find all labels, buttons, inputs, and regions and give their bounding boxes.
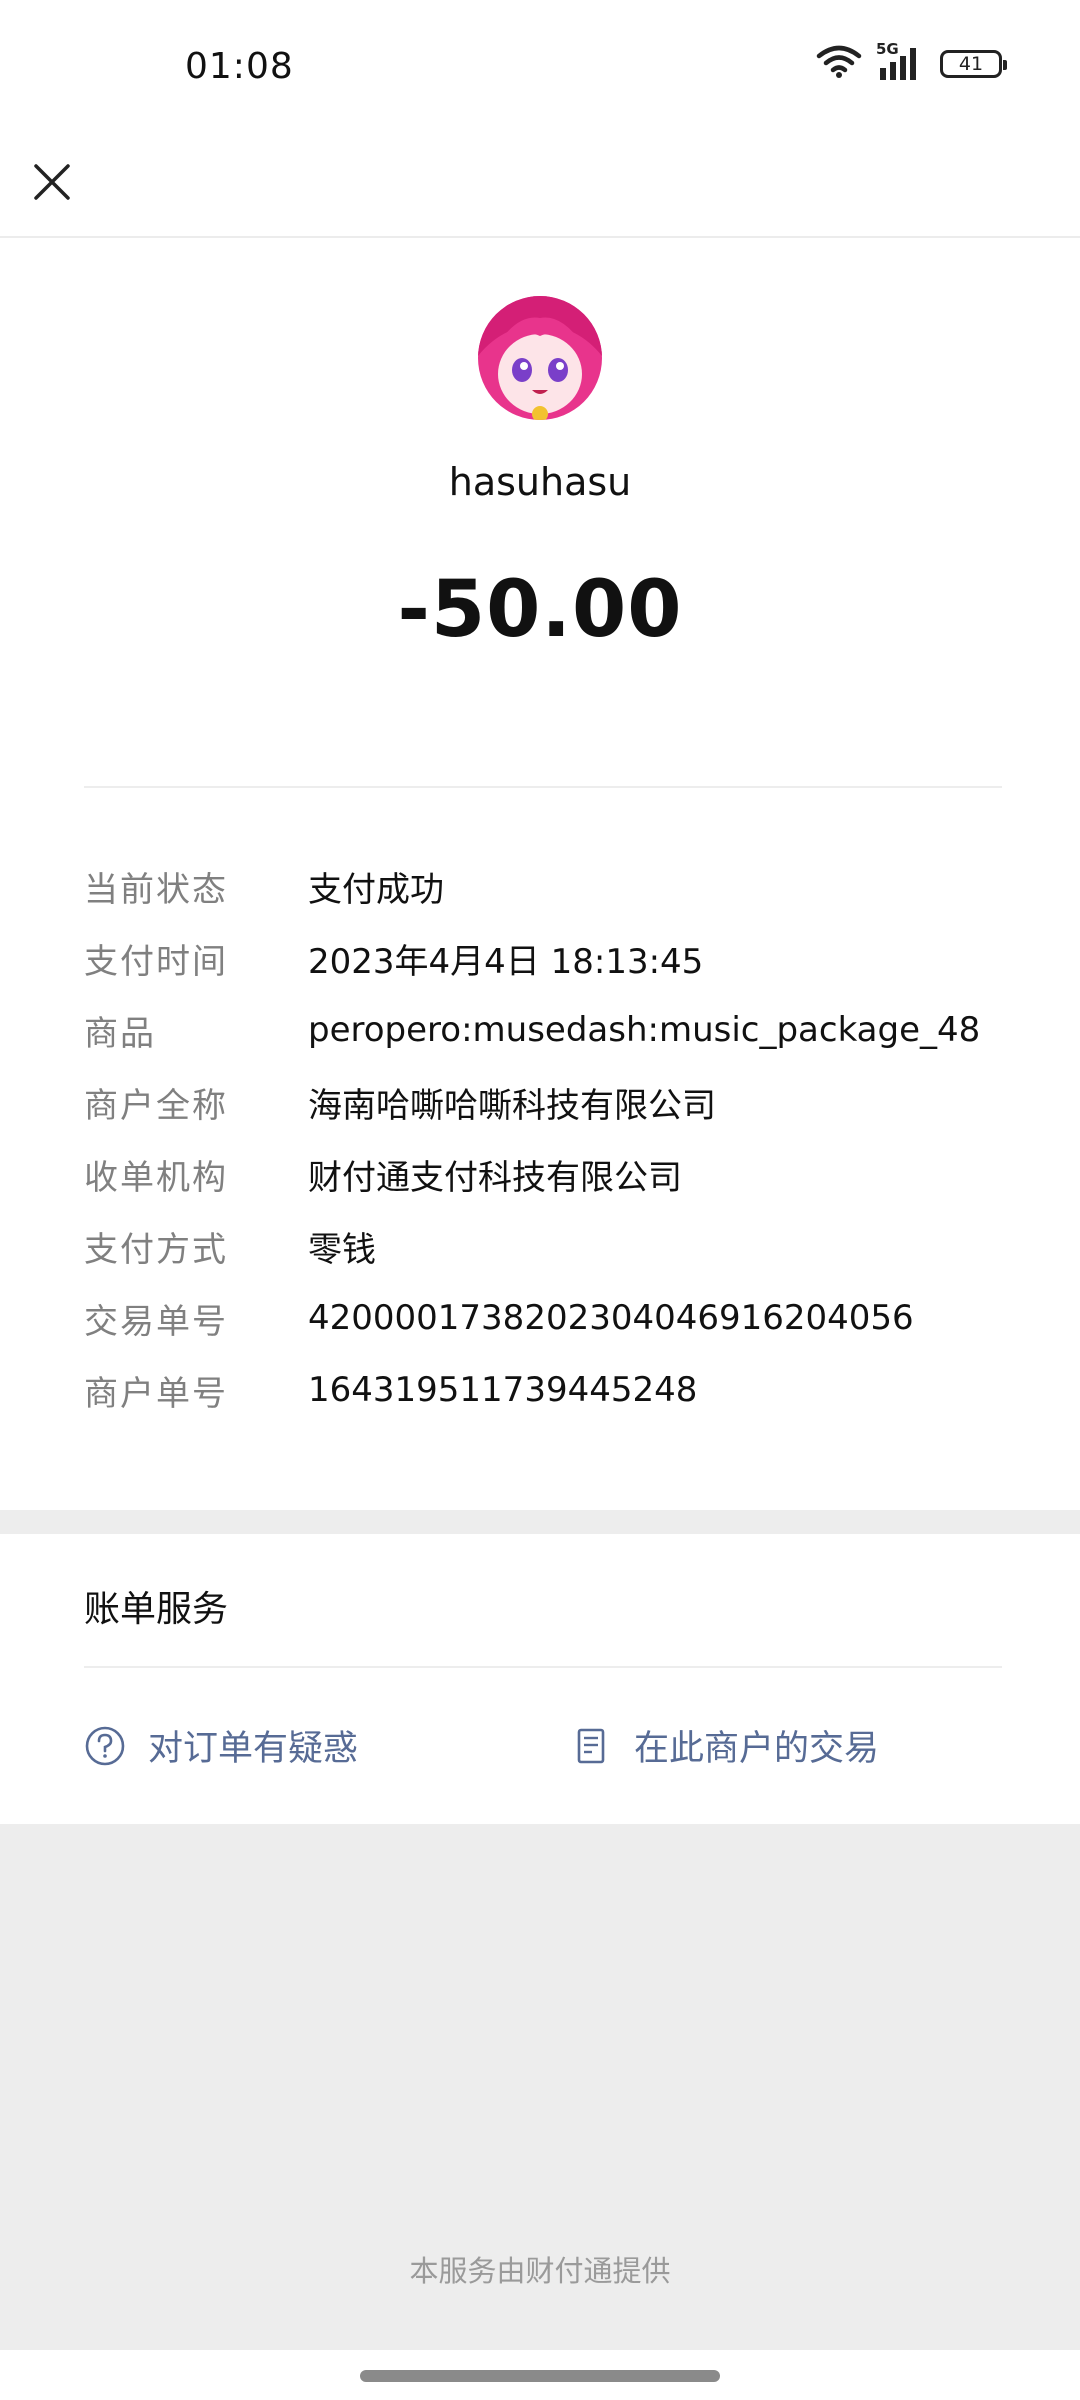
payment-amount: -50.00: [397, 565, 683, 655]
detail-row-status: 当前状态 支付成功: [84, 850, 1024, 922]
detail-row-merchant: 商户全称 海南哈嘶哈嘶科技有限公司: [84, 1066, 1024, 1138]
detail-value: 财付通支付科技有限公司: [308, 1157, 682, 1198]
merchant-transactions-label: 在此商户的交易: [634, 1729, 880, 1769]
avatar: [478, 296, 602, 420]
detail-row-transaction-id: 交易单号 4200001738202304046916204056: [84, 1282, 1024, 1354]
close-button[interactable]: [24, 150, 84, 210]
divider: [84, 786, 1002, 788]
section-separator: [0, 1510, 1080, 1534]
status-bar: 01:08 5G 41: [0, 0, 1080, 140]
detail-value: 零钱: [308, 1229, 376, 1270]
battery-level: 41: [958, 53, 984, 75]
detail-row-product: 商品 peropero:musedash:music_package_48: [84, 994, 1024, 1066]
battery-icon: 41: [940, 50, 1007, 78]
detail-label: 商户全称: [84, 1085, 228, 1126]
payee-name: hasuhasu: [448, 460, 632, 504]
detail-label: 商户单号: [84, 1373, 228, 1414]
provider-note: 本服务由财付通提供: [409, 2254, 671, 2288]
detail-value: 164319511739445248: [308, 1370, 698, 1410]
bill-services: 账单服务 对订单有疑惑 在此商户的交易: [0, 1534, 1080, 1824]
nav-bar: [0, 140, 1080, 238]
detail-label: 支付时间: [84, 941, 228, 982]
detail-value: 4200001738202304046916204056: [308, 1298, 914, 1338]
detail-row-method: 支付方式 零钱: [84, 1210, 1024, 1282]
divider: [84, 1666, 1002, 1668]
transaction-details: 当前状态 支付成功 支付时间 2023年4月4日 18:13:45 商品 per…: [84, 850, 1024, 1426]
merchant-transactions-link[interactable]: 在此商户的交易: [570, 1720, 879, 1771]
order-question-label: 对订单有疑惑: [148, 1729, 359, 1769]
document-icon: [570, 1725, 612, 1767]
wifi-icon: [816, 44, 862, 84]
close-icon: [34, 164, 70, 200]
signal-icon: 5G: [876, 40, 926, 84]
services-title: 账单服务: [84, 1589, 229, 1630]
detail-row-merchant-order-id: 商户单号 164319511739445248: [84, 1354, 1024, 1426]
detail-row-time: 支付时间 2023年4月4日 18:13:45: [84, 922, 1024, 994]
detail-value: peropero:musedash:music_package_48: [308, 1010, 981, 1050]
detail-label: 支付方式: [84, 1229, 228, 1270]
detail-label: 交易单号: [84, 1301, 228, 1342]
status-icons: 5G 41: [816, 40, 1007, 84]
detail-value: 支付成功: [308, 869, 444, 910]
detail-row-acquirer: 收单机构 财付通支付科技有限公司: [84, 1138, 1024, 1210]
status-time: 01:08: [185, 46, 294, 87]
detail-label: 收单机构: [84, 1157, 228, 1198]
detail-label: 当前状态: [84, 869, 228, 910]
home-indicator[interactable]: [360, 2370, 720, 2382]
detail-value: 2023年4月4日 18:13:45: [308, 941, 704, 982]
order-question-link[interactable]: 对订单有疑惑: [84, 1720, 358, 1771]
question-icon: [84, 1725, 126, 1767]
detail-value: 海南哈嘶哈嘶科技有限公司: [308, 1085, 716, 1126]
detail-label: 商品: [84, 1013, 156, 1054]
